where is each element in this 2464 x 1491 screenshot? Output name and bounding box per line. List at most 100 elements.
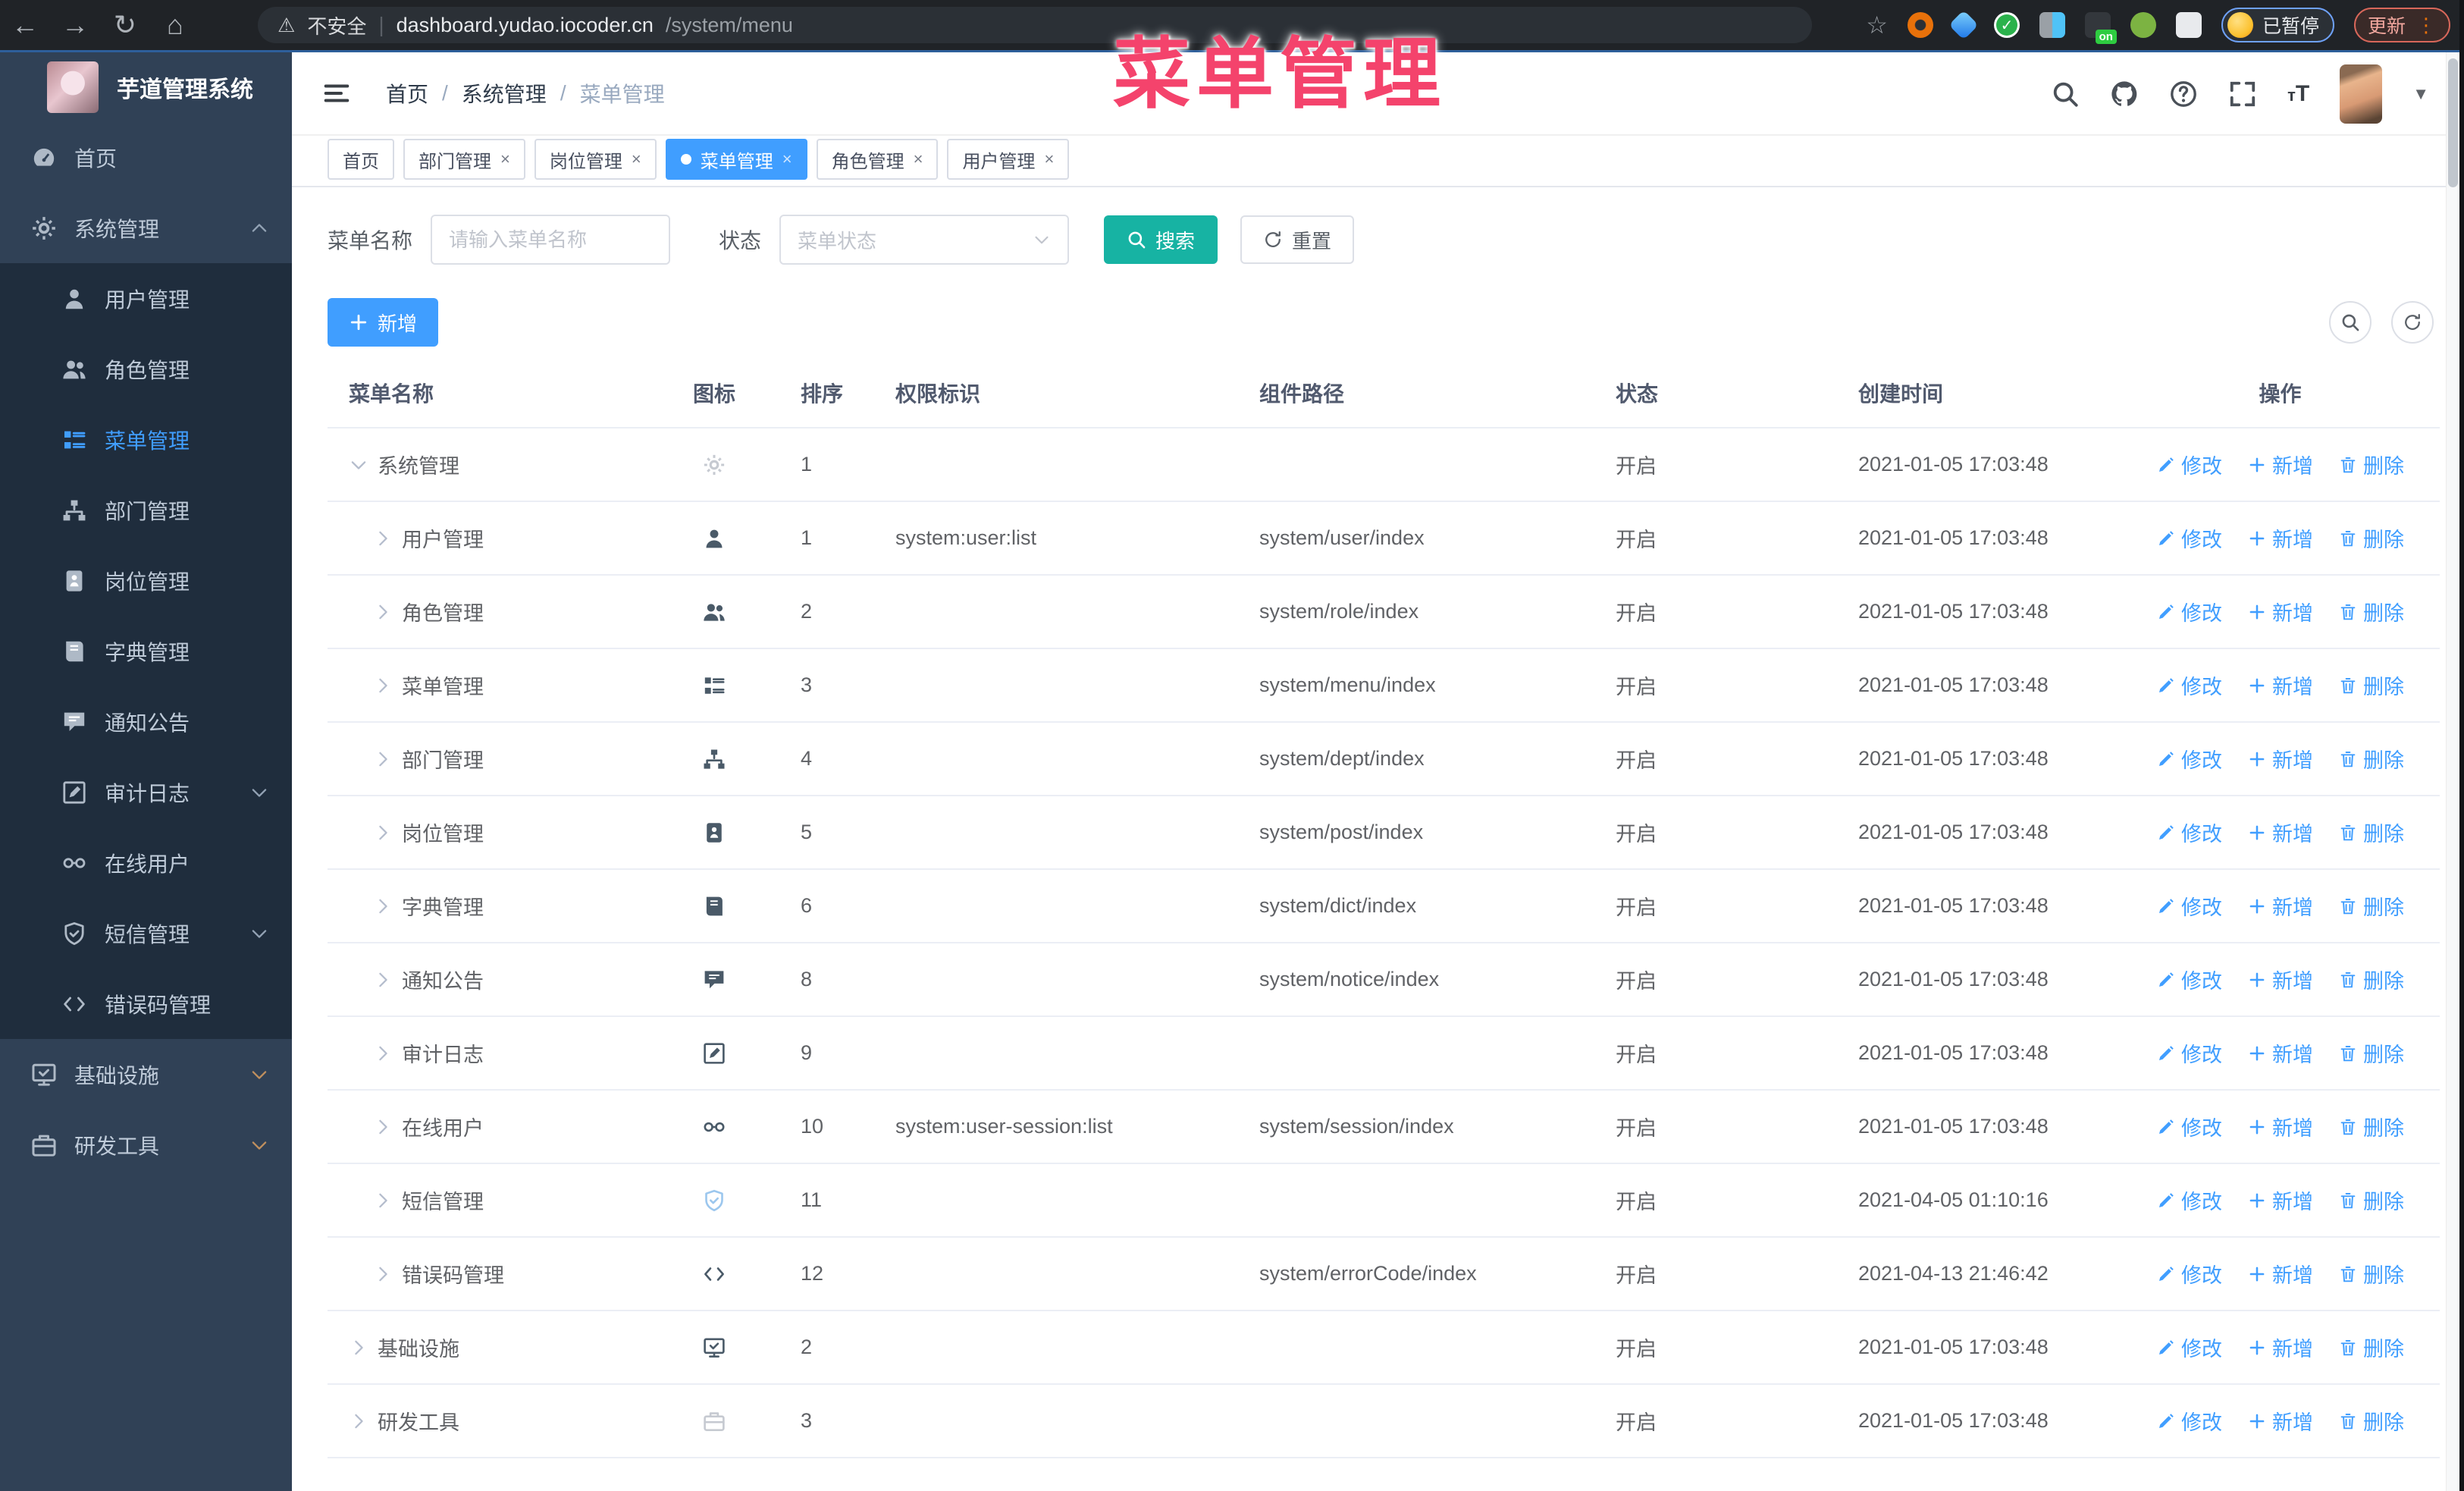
extension-gem-icon[interactable] — [1948, 10, 1979, 40]
edit-link[interactable]: 修改 — [2157, 1406, 2222, 1436]
edit-link[interactable]: 修改 — [2157, 1185, 2222, 1215]
sidebar-item-dept[interactable]: 部门管理 — [0, 475, 292, 545]
add-link[interactable]: 新增 — [2248, 523, 2313, 553]
close-icon[interactable]: × — [914, 149, 923, 169]
delete-link[interactable]: 删除 — [2339, 891, 2404, 921]
delete-link[interactable]: 删除 — [2339, 744, 2404, 774]
edit-link[interactable]: 修改 — [2157, 818, 2222, 847]
add-link[interactable]: 新增 — [2248, 1038, 2313, 1068]
expand-row-icon[interactable] — [373, 970, 393, 990]
close-icon[interactable]: × — [632, 149, 641, 169]
sidebar-item-dev-tools[interactable]: 研发工具 — [0, 1110, 292, 1180]
delete-link[interactable]: 删除 — [2339, 1185, 2404, 1215]
collapse-row-icon[interactable] — [349, 455, 368, 475]
delete-link[interactable]: 删除 — [2339, 1112, 2404, 1141]
browser-home-icon[interactable]: ⌂ — [150, 9, 200, 41]
sidebar-item-user[interactable]: 用户管理 — [0, 263, 292, 334]
expand-row-icon[interactable] — [373, 896, 393, 916]
close-icon[interactable]: × — [500, 149, 510, 169]
expand-row-icon[interactable] — [373, 529, 393, 548]
status-select[interactable]: 菜单状态 — [779, 215, 1070, 265]
delete-link[interactable]: 删除 — [2339, 965, 2404, 994]
font-size-icon[interactable]: тT — [2287, 81, 2309, 107]
expand-row-icon[interactable] — [373, 602, 393, 622]
sidebar-item-error-code[interactable]: 错误码管理 — [0, 968, 292, 1039]
browser-profile-paused[interactable]: 已暂停 — [2221, 8, 2334, 42]
bookmark-star-icon[interactable]: ☆ — [1866, 11, 1888, 39]
edit-link[interactable]: 修改 — [2157, 1332, 2222, 1362]
expand-row-icon[interactable] — [373, 1191, 393, 1210]
add-link[interactable]: 新增 — [2248, 670, 2313, 700]
add-link[interactable]: 新增 — [2248, 450, 2313, 479]
delete-link[interactable]: 删除 — [2339, 1406, 2404, 1436]
delete-link[interactable]: 删除 — [2339, 1332, 2404, 1362]
add-button[interactable]: 新增 — [328, 298, 439, 347]
search-icon[interactable] — [2051, 80, 2080, 108]
avatar[interactable] — [2340, 64, 2383, 124]
scrollbar-thumb[interactable] — [2448, 58, 2458, 187]
extension-orange-icon[interactable] — [1907, 12, 1933, 38]
browser-reload-icon[interactable]: ↻ — [100, 9, 150, 41]
browser-menu-dots-icon[interactable]: ⋮ — [2416, 14, 2437, 37]
extension-check-icon[interactable]: ✓ — [1993, 12, 2020, 38]
add-link[interactable]: 新增 — [2248, 1332, 2313, 1362]
edit-link[interactable]: 修改 — [2157, 450, 2222, 479]
edit-link[interactable]: 修改 — [2157, 1112, 2222, 1141]
sidebar-item-home[interactable]: 首页 — [0, 122, 292, 193]
github-icon[interactable] — [2110, 80, 2139, 108]
expand-row-icon[interactable] — [373, 1117, 393, 1137]
reset-button[interactable]: 重置 — [1240, 215, 1355, 264]
delete-link[interactable]: 删除 — [2339, 1038, 2404, 1068]
tab-user[interactable]: 用户管理 × — [947, 139, 1070, 180]
add-link[interactable]: 新增 — [2248, 1406, 2313, 1436]
add-link[interactable]: 新增 — [2248, 744, 2313, 774]
add-link[interactable]: 新增 — [2248, 891, 2313, 921]
address-bar[interactable]: ⚠ 不安全 | dashboard.yudao.iocoder.cn/syste… — [258, 7, 1812, 43]
page-scrollbar[interactable] — [2446, 52, 2459, 1491]
tab-home[interactable]: 首页 — [328, 139, 394, 180]
expand-row-icon[interactable] — [349, 1411, 368, 1431]
sidebar-item-audit-log[interactable]: 审计日志 — [0, 757, 292, 827]
hamburger-icon[interactable] — [322, 79, 351, 108]
edit-link[interactable]: 修改 — [2157, 670, 2222, 700]
toggle-search-button[interactable] — [2329, 301, 2372, 344]
expand-row-icon[interactable] — [373, 823, 393, 843]
edit-link[interactable]: 修改 — [2157, 597, 2222, 626]
refresh-table-button[interactable] — [2391, 301, 2434, 344]
close-icon[interactable]: × — [782, 149, 792, 169]
expand-row-icon[interactable] — [373, 749, 393, 769]
add-link[interactable]: 新增 — [2248, 1185, 2313, 1215]
sidebar-item-system[interactable]: 系统管理 — [0, 193, 292, 263]
edit-link[interactable]: 修改 — [2157, 965, 2222, 994]
help-icon[interactable] — [2169, 80, 2198, 108]
sidebar-item-infra[interactable]: 基础设施 — [0, 1039, 292, 1110]
sidebar-item-post[interactable]: 岗位管理 — [0, 545, 292, 616]
extension-duo-icon[interactable] — [2039, 12, 2065, 38]
edit-link[interactable]: 修改 — [2157, 1038, 2222, 1068]
sidebar-item-dict[interactable]: 字典管理 — [0, 616, 292, 686]
tab-menu[interactable]: 菜单管理 × — [665, 139, 807, 180]
delete-link[interactable]: 删除 — [2339, 670, 2404, 700]
expand-row-icon[interactable] — [373, 1044, 393, 1063]
breadcrumb-system[interactable]: 系统管理 — [462, 78, 547, 108]
extension-on-icon[interactable]: on — [2084, 12, 2117, 44]
delete-link[interactable]: 删除 — [2339, 523, 2404, 553]
sidebar-item-menu[interactable]: 菜单管理 — [0, 404, 292, 475]
delete-link[interactable]: 删除 — [2339, 597, 2404, 626]
sidebar-item-role[interactable]: 角色管理 — [0, 334, 292, 404]
add-link[interactable]: 新增 — [2248, 1259, 2313, 1289]
close-icon[interactable]: × — [1044, 149, 1054, 169]
sidebar-item-notice[interactable]: 通知公告 — [0, 686, 292, 757]
extensions-puzzle-icon[interactable] — [2175, 12, 2202, 38]
delete-link[interactable]: 删除 — [2339, 450, 2404, 479]
add-link[interactable]: 新增 — [2248, 965, 2313, 994]
add-link[interactable]: 新增 — [2248, 818, 2313, 847]
browser-back-icon[interactable]: ← — [0, 9, 50, 41]
expand-row-icon[interactable] — [349, 1338, 368, 1358]
add-link[interactable]: 新增 — [2248, 1112, 2313, 1141]
browser-update-button[interactable]: 更新 ⋮ — [2353, 8, 2450, 42]
browser-forward-icon[interactable]: → — [50, 9, 100, 41]
fullscreen-icon[interactable] — [2228, 80, 2257, 108]
app-logo[interactable]: 芋道管理系统 — [0, 52, 292, 122]
edit-link[interactable]: 修改 — [2157, 1259, 2222, 1289]
